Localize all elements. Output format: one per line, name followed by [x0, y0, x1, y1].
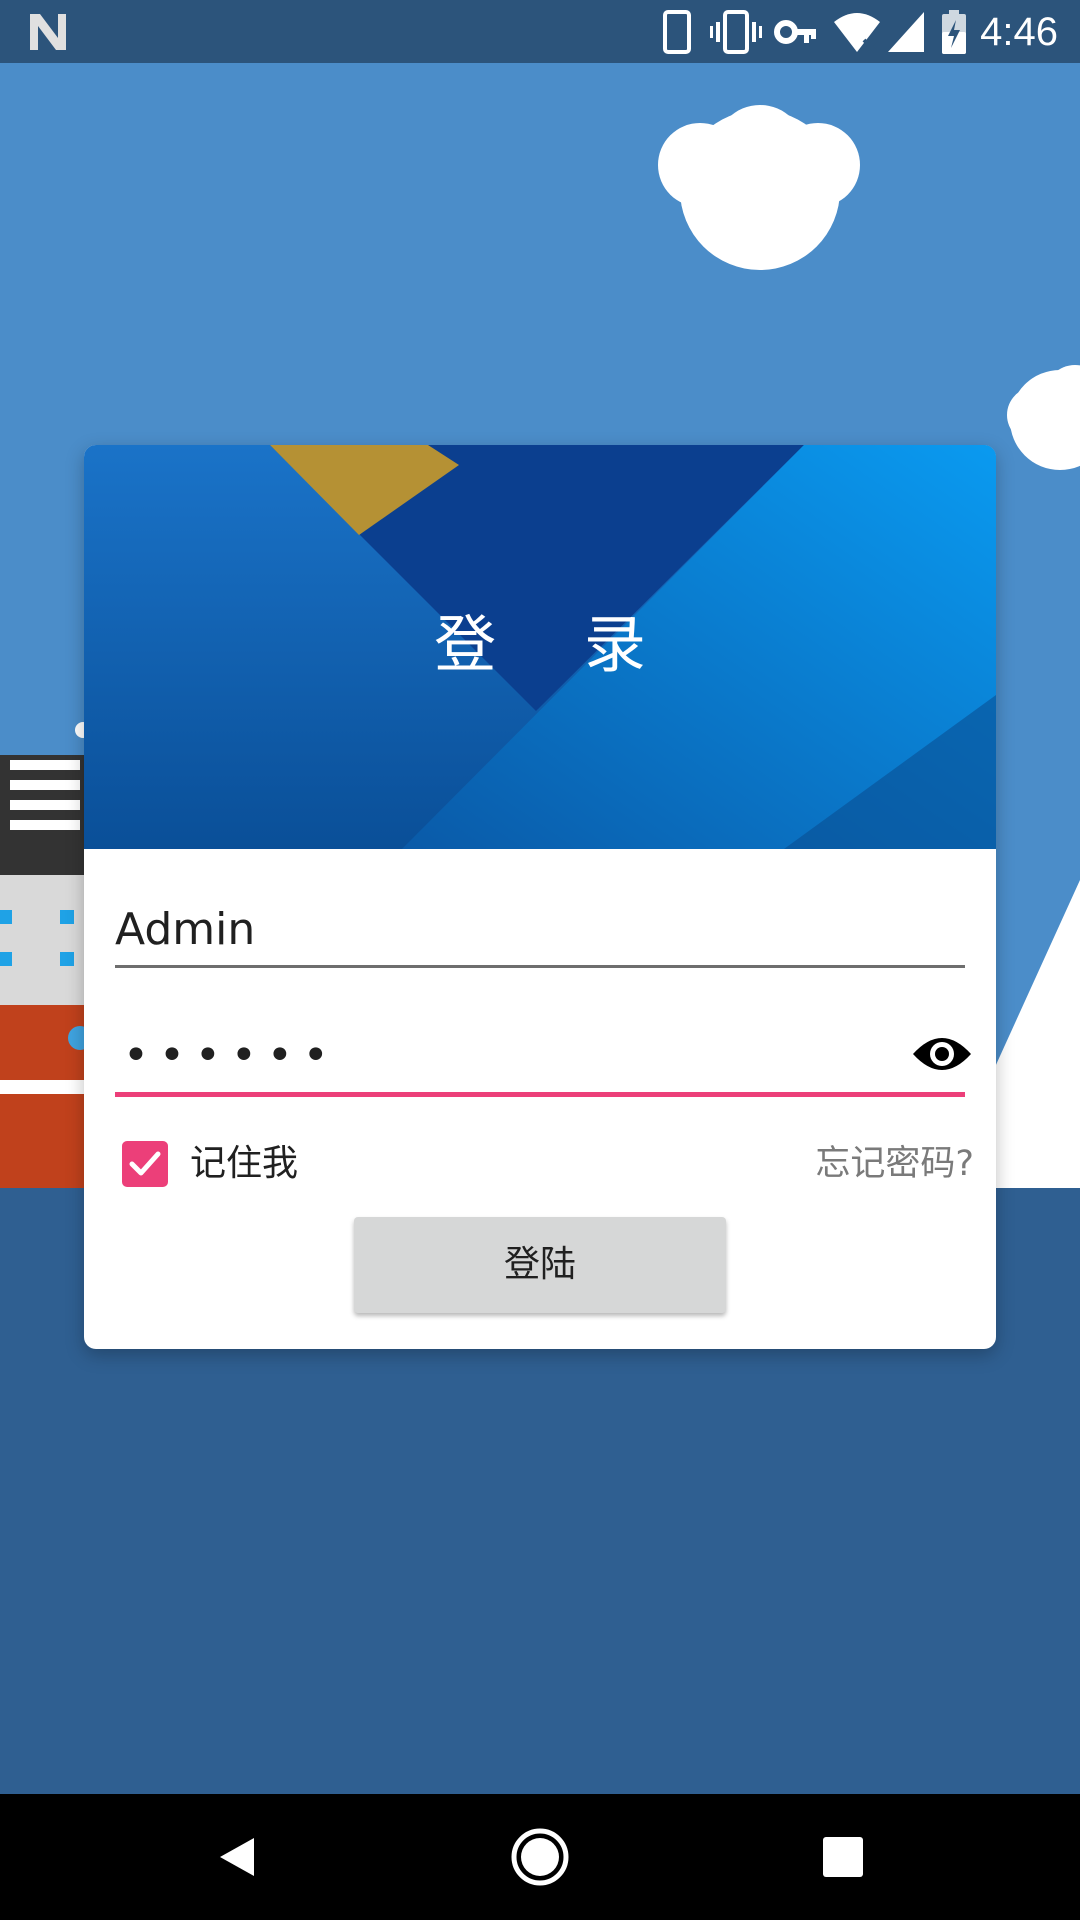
checkmark-icon — [129, 1151, 161, 1176]
back-icon[interactable] — [204, 1824, 270, 1890]
login-card: 登 录 Admin •••••• 记住我 忘记密码? 登陆 — [84, 445, 996, 1349]
remember-me-checkbox[interactable] — [122, 1141, 168, 1187]
wifi-icon — [834, 13, 880, 54]
battery-icon — [942, 10, 966, 54]
cloud-large — [658, 105, 860, 270]
home-icon[interactable] — [507, 1824, 573, 1890]
signal-icon — [888, 12, 924, 52]
cloud-small — [1007, 365, 1080, 470]
remember-me-label: 记住我 — [190, 1143, 299, 1184]
clock: 4:46 — [980, 10, 1058, 54]
recents-icon[interactable] — [810, 1824, 876, 1890]
password-masked-value: •••••• — [123, 1030, 339, 1081]
forgot-password-link[interactable]: 忘记密码? — [815, 1133, 974, 1195]
ship-illustration — [0, 722, 92, 1188]
login-title: 登 录 — [434, 608, 680, 681]
vpn-key-icon — [774, 20, 816, 44]
vibrate-icon — [710, 10, 762, 54]
status-bar: 4:46 — [0, 0, 1080, 63]
login-button[interactable]: 登陆 — [354, 1217, 726, 1313]
navigation-bar — [0, 1794, 1080, 1920]
notification-n-icon — [30, 14, 66, 50]
password-input[interactable]: •••••• — [115, 1020, 971, 1097]
eye-icon[interactable] — [911, 1032, 973, 1076]
phone-icon — [663, 10, 691, 54]
login-screen: 4:46 登 录 Admin •••••• 记住我 忘记密码? 登陆 — [0, 0, 1080, 1920]
username-input[interactable]: Admin — [115, 895, 965, 968]
